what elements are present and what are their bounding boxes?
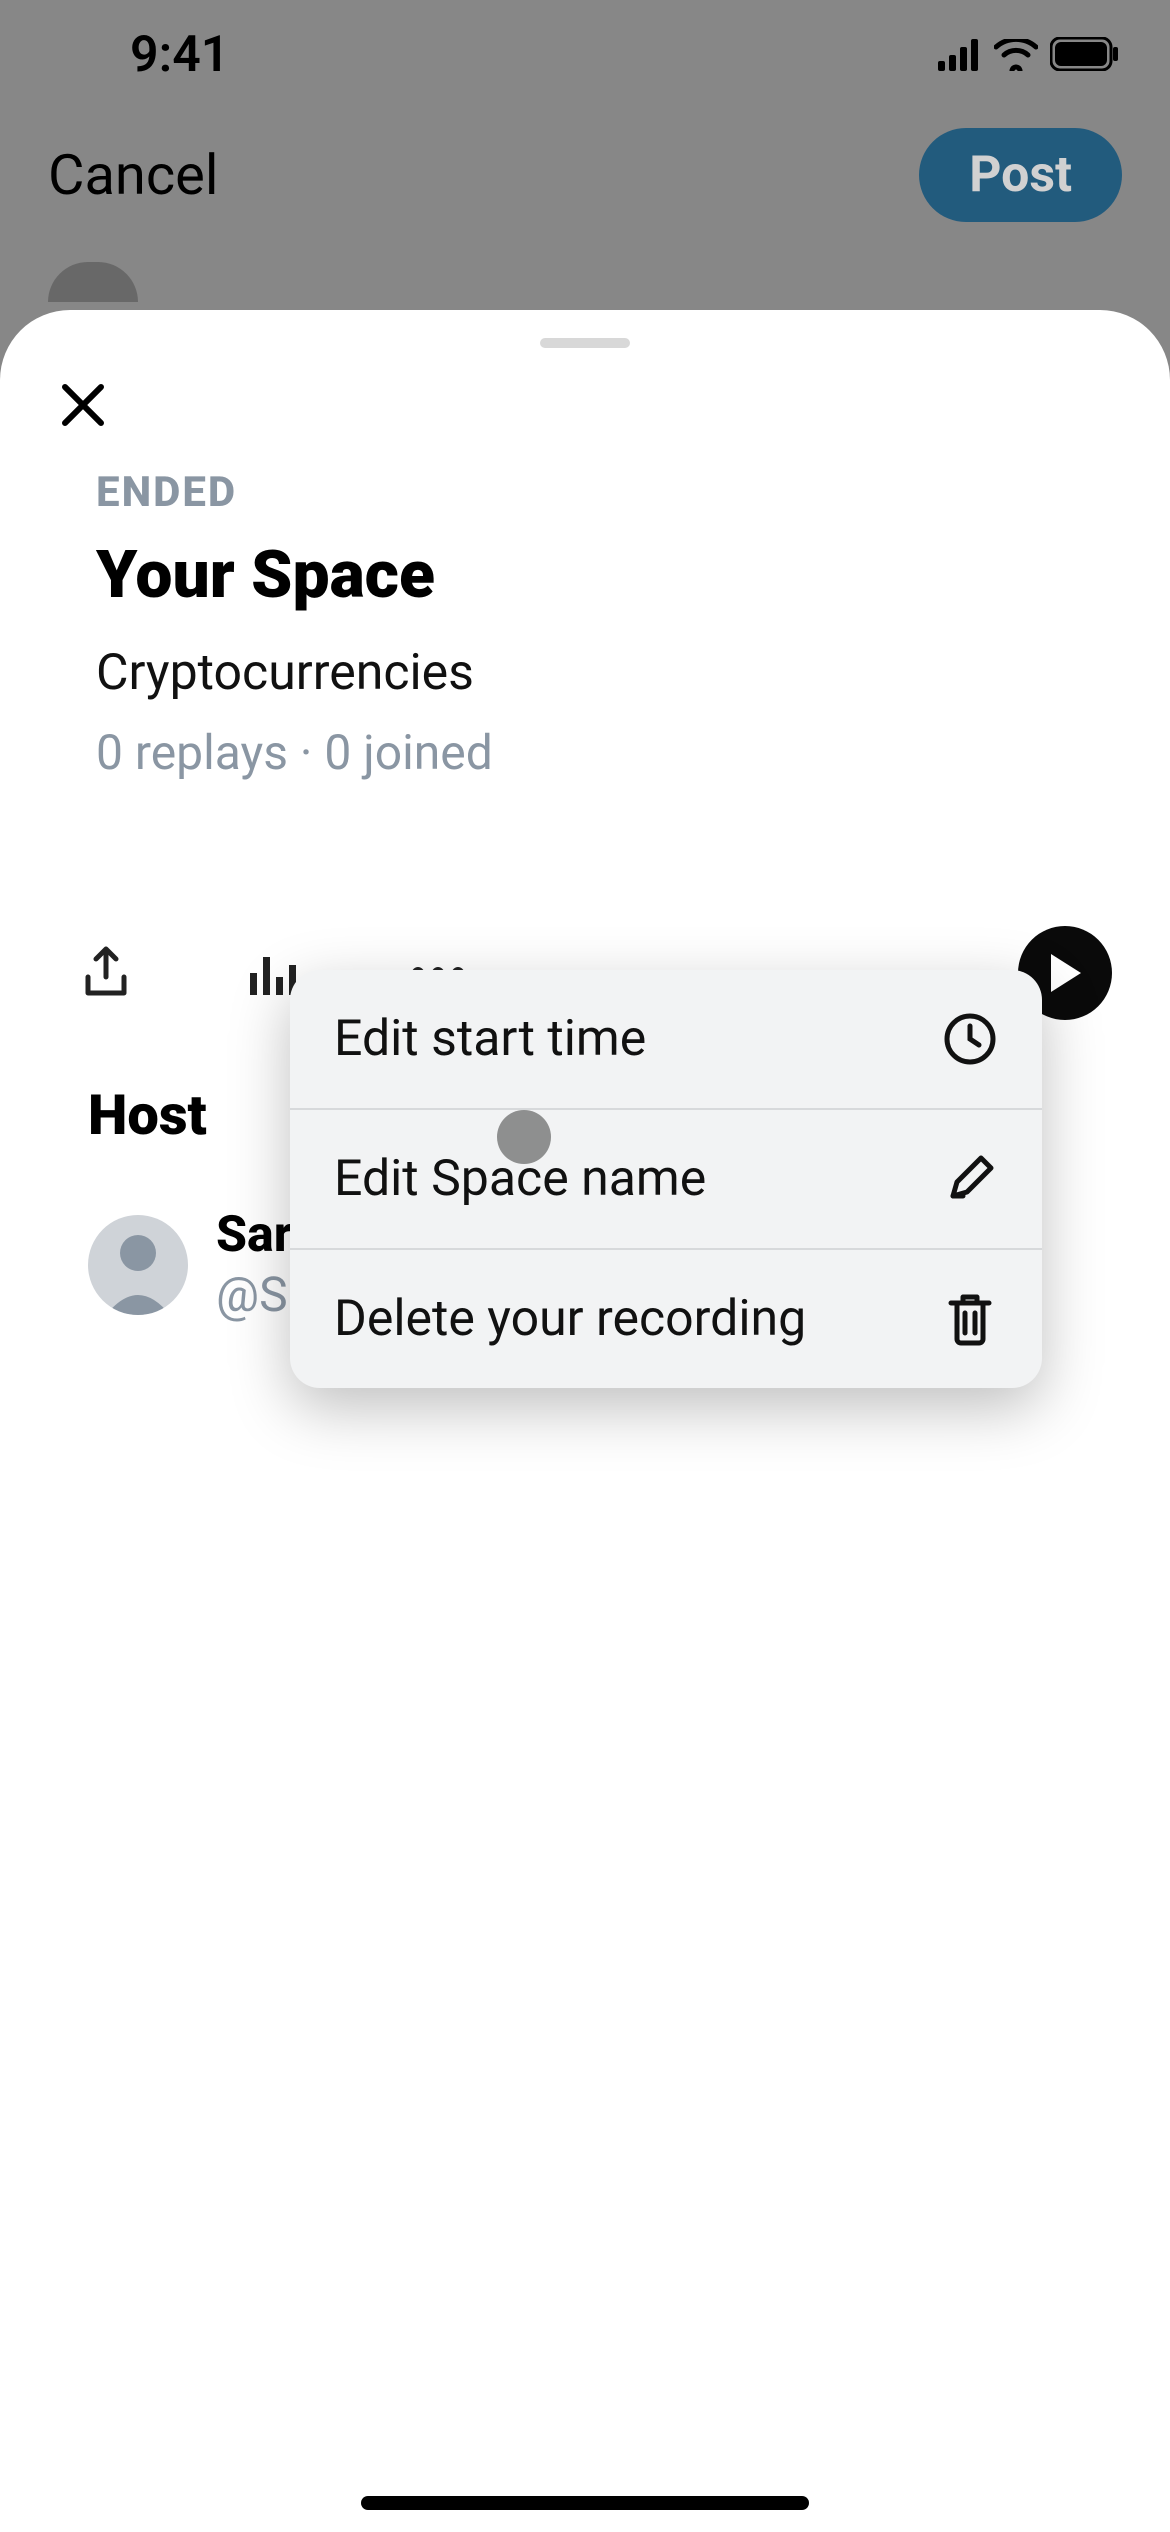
trash-icon bbox=[942, 1291, 998, 1347]
menu-edit-space-name[interactable]: Edit Space name bbox=[290, 1108, 1042, 1248]
close-button[interactable] bbox=[48, 370, 118, 440]
sheet-grabber[interactable] bbox=[540, 338, 630, 348]
menu-delete-recording[interactable]: Delete your recording bbox=[290, 1248, 1042, 1388]
share-icon bbox=[80, 945, 132, 1001]
options-menu: Edit start time Edit Space name Delete y… bbox=[290, 970, 1042, 1388]
space-status: ENDED bbox=[48, 468, 1122, 517]
pencil-icon bbox=[942, 1151, 998, 1207]
menu-edit-start-time[interactable]: Edit start time bbox=[290, 970, 1042, 1108]
home-indicator[interactable] bbox=[361, 2496, 809, 2510]
menu-item-label: Edit start time bbox=[334, 1010, 646, 1068]
share-button[interactable] bbox=[76, 943, 136, 1003]
user-icon bbox=[88, 1215, 188, 1315]
space-sheet: ENDED Your Space Cryptocurrencies 0 repl… bbox=[0, 310, 1170, 2532]
close-icon bbox=[59, 381, 107, 429]
space-stats: 0 replays · 0 joined bbox=[48, 724, 1122, 781]
touch-indicator bbox=[497, 1110, 551, 1164]
clock-icon bbox=[942, 1011, 998, 1067]
space-title: Your Space bbox=[48, 537, 1122, 614]
space-topic: Cryptocurrencies bbox=[48, 644, 1122, 702]
play-icon bbox=[1047, 952, 1083, 994]
menu-item-label: Delete your recording bbox=[334, 1290, 806, 1348]
avatar bbox=[88, 1215, 188, 1315]
